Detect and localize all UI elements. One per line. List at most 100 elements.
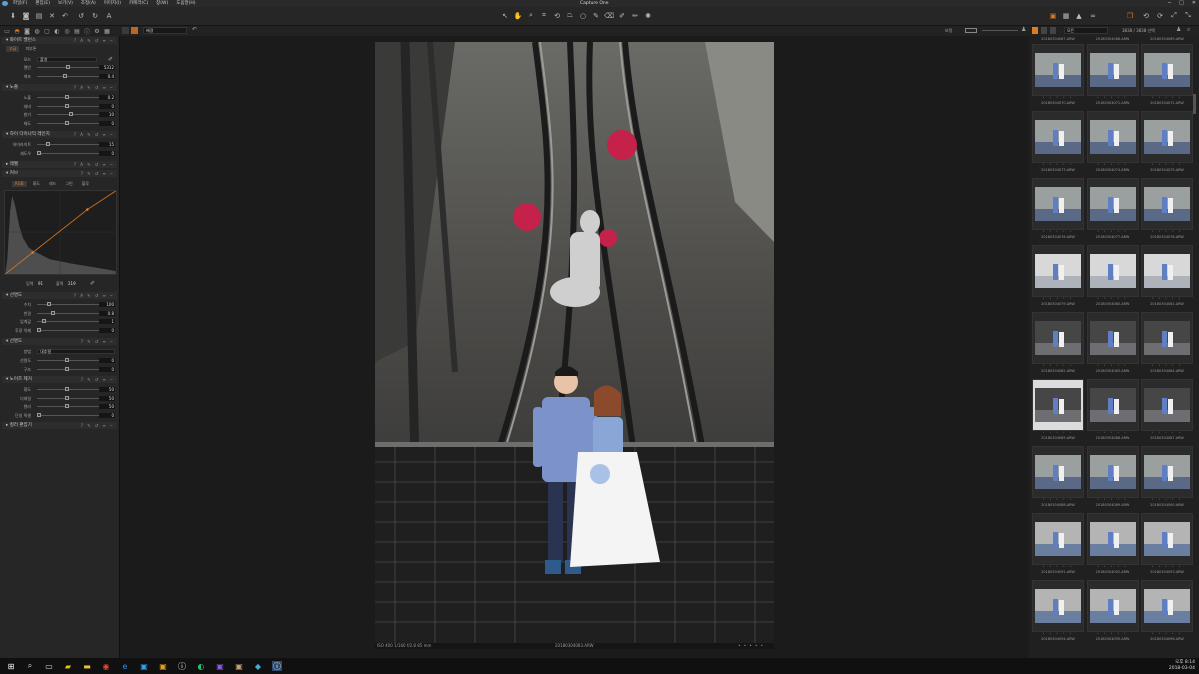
thumbnail[interactable]: • • • • • 20180304074.ARW <box>1086 111 1139 172</box>
thumbnail[interactable]: • • • • • 20180304081.ARW <box>1141 245 1193 306</box>
slider-handle[interactable] <box>37 327 41 332</box>
curve-point[interactable] <box>86 208 89 211</box>
maximize-button[interactable]: □ <box>1179 0 1184 7</box>
composition-tab-icon[interactable]: ▢ <box>43 28 51 35</box>
menu-item-image[interactable]: 이미지(I) <box>104 0 121 7</box>
slider-value[interactable]: 1 <box>99 319 115 324</box>
app-green-icon[interactable]: ◐ <box>196 661 206 671</box>
section-white-balance[interactable]: ▾ 화이트 밸런스? A ✎ ↺ ≡ ─ <box>2 37 117 44</box>
slider-value[interactable]: 0 <box>99 358 115 363</box>
thumbnail-rating[interactable]: • • • • • <box>1032 230 1084 233</box>
app-brown-icon[interactable]: ▣ <box>234 661 244 671</box>
edge-icon[interactable]: e <box>120 661 130 671</box>
thumbnail[interactable]: • • • • • 20180304083.ARW <box>1086 312 1139 373</box>
tab-red[interactable]: 레드 <box>46 181 59 187</box>
thumbnail[interactable]: • • • • • 20180304092.ARW <box>1086 513 1139 574</box>
slider-value[interactable]: 5312 <box>99 65 115 70</box>
slider-track[interactable] <box>37 114 99 115</box>
paste-icon[interactable]: ⤡ <box>1183 10 1193 21</box>
tab-advanced[interactable]: 고급 <box>6 46 20 52</box>
thumbnail-rating[interactable]: • • • • • <box>1032 364 1084 367</box>
thumbnail[interactable]: • • • • • 20180304079.ARW <box>1032 245 1084 306</box>
zoom-tool-icon[interactable]: ⌕ <box>526 10 536 21</box>
toggle-switch[interactable] <box>965 28 977 33</box>
thumbnail[interactable]: • • • • • 20180304084.ARW <box>1141 312 1193 373</box>
person-icon[interactable]: ♟ <box>1176 26 1181 33</box>
slider-track[interactable] <box>37 152 99 154</box>
thumbnail-rating[interactable]: • • • • • <box>1032 96 1084 99</box>
thumbnail-rating[interactable]: • • • • • <box>1032 498 1084 501</box>
grid-icon[interactable]: ▦ <box>1061 10 1071 21</box>
main-photo[interactable] <box>375 42 774 643</box>
app-icon[interactable] <box>2 1 8 6</box>
section-exposure[interactable]: ▾ 노출? A ✎ ↺ ≡ ─ <box>2 84 117 91</box>
close-button[interactable]: ✕ <box>1192 0 1196 7</box>
thumbnail[interactable]: • • • • • 20180304071.ARW <box>1086 44 1139 105</box>
section-sharpness[interactable]: ▾ 선명도? ✎ ↺ ≡ ─ <box>2 338 117 345</box>
output-tab-icon[interactable]: ⚙ <box>93 28 101 35</box>
thumbnail-rating[interactable]: • • • • • <box>1141 297 1193 300</box>
slider-value[interactable]: 0.2 <box>99 95 115 100</box>
import-icon[interactable]: ⬇ <box>8 10 18 21</box>
lens-tab-icon[interactable]: ◍ <box>33 28 41 35</box>
section-tools-icon[interactable]: ? ✎ ↺ ≡ ─ <box>81 338 114 345</box>
slider-handle[interactable] <box>66 65 70 69</box>
slider-handle[interactable] <box>47 302 52 306</box>
slider-value[interactable]: 0.4 <box>99 73 115 79</box>
undo-all-icon[interactable]: ↶ <box>60 10 70 21</box>
tab-rgb[interactable]: RGB <box>12 181 27 187</box>
thumbnail-rating[interactable]: • • • • • <box>1032 297 1084 300</box>
section-tools-icon[interactable]: ? A ✎ ↺ ≡ ─ <box>74 161 114 168</box>
chrome-icon[interactable]: ◉ <box>101 661 111 671</box>
thumbnail-rating[interactable]: • • • • • <box>1141 96 1193 99</box>
section-tools-icon[interactable]: ? A ✎ ↺ ≡ ─ <box>74 37 114 44</box>
undo-icon[interactable]: ↺ <box>76 10 86 21</box>
single-view-icon[interactable] <box>122 27 129 34</box>
slider-value[interactable]: 50 <box>99 387 115 392</box>
system-clock[interactable]: 오후 8:14 2018-03-04 <box>1169 660 1195 672</box>
slider-handle[interactable] <box>64 395 69 400</box>
user-icon[interactable]: ♟ <box>1021 26 1026 33</box>
sort-select[interactable]: 모든 <box>1064 27 1108 34</box>
brush-tool-icon[interactable]: ✎ <box>591 10 601 21</box>
folder-icon[interactable]: ▤ <box>34 10 44 21</box>
section-tools-icon[interactable]: ? ✎ ↺ ≡ ─ <box>81 170 114 177</box>
thumbnail-rating[interactable]: • • • • • <box>1141 230 1193 233</box>
redo-icon[interactable]: ↻ <box>90 10 100 21</box>
slider-handle[interactable] <box>62 73 67 78</box>
thumbnail[interactable]: • • • • • 20180304088.ARW <box>1032 446 1084 507</box>
thumbnail[interactable]: • • • • • 20180304072.ARW <box>1141 44 1193 105</box>
rotate-view-icon[interactable]: ⟳ <box>1155 10 1165 21</box>
tab-skin-tone[interactable]: 피부톤 <box>22 46 39 52</box>
adjust-tab-icon[interactable]: ▤ <box>73 28 81 35</box>
capture-one-taskbar-icon[interactable]: ⓘ <box>272 661 282 671</box>
thumbnail[interactable]: • • • • • 20180304090.ARW <box>1141 446 1193 507</box>
slider-handle[interactable] <box>64 95 69 99</box>
task-view-icon[interactable]: ▭ <box>44 661 54 671</box>
slider-track[interactable] <box>37 312 99 314</box>
section-noise-reduction[interactable]: ▾ 노이즈 제거? ✎ ↺ ≡ ─ <box>2 376 117 383</box>
slider-track[interactable] <box>37 304 99 305</box>
thumbnail-rating[interactable]: • • • • • <box>1032 431 1084 434</box>
section-color-editor[interactable]: ▸ 컬러 편집기? ✎ ↺ ≡ ─ <box>2 422 117 429</box>
search-icon[interactable]: ⌕ <box>25 661 35 671</box>
thumbnail[interactable]: • • • • • 20180304077.ARW <box>1086 178 1139 239</box>
thumbnail[interactable]: • • • • • 20180304093.ARW <box>1141 513 1193 574</box>
thumbnail[interactable]: • • • • • 20180304091.ARW <box>1032 513 1084 574</box>
warning-icon[interactable]: ▲ <box>1074 10 1084 21</box>
copy-adjust-icon[interactable]: ❐ <box>1125 10 1135 21</box>
thumbnail[interactable]: • • • • • 20180304087.ARW <box>1141 379 1193 440</box>
thumbnail-rating[interactable]: • • • • • <box>1087 632 1139 635</box>
multi-view-icon[interactable] <box>131 27 138 34</box>
slider-value[interactable]: 50 <box>99 395 115 401</box>
curve-graph[interactable] <box>4 190 117 275</box>
spot-tool-icon[interactable]: ○ <box>578 10 588 21</box>
slider-handle[interactable] <box>64 358 69 362</box>
thumbnail[interactable]: • • • • • 20180304076.ARW <box>1032 178 1084 239</box>
thumbnail-rating[interactable]: • • • • • <box>1032 565 1084 568</box>
grid-view-icon[interactable] <box>1032 27 1038 34</box>
thumbnail[interactable]: • • • • • 20180304086.ARW <box>1086 379 1139 440</box>
section-tools-icon[interactable]: ? A ✎ ↺ ≡ ─ <box>74 84 114 91</box>
camera-icon[interactable]: ◙ <box>21 10 31 21</box>
annotate-tool-icon[interactable]: ✏ <box>630 10 640 21</box>
